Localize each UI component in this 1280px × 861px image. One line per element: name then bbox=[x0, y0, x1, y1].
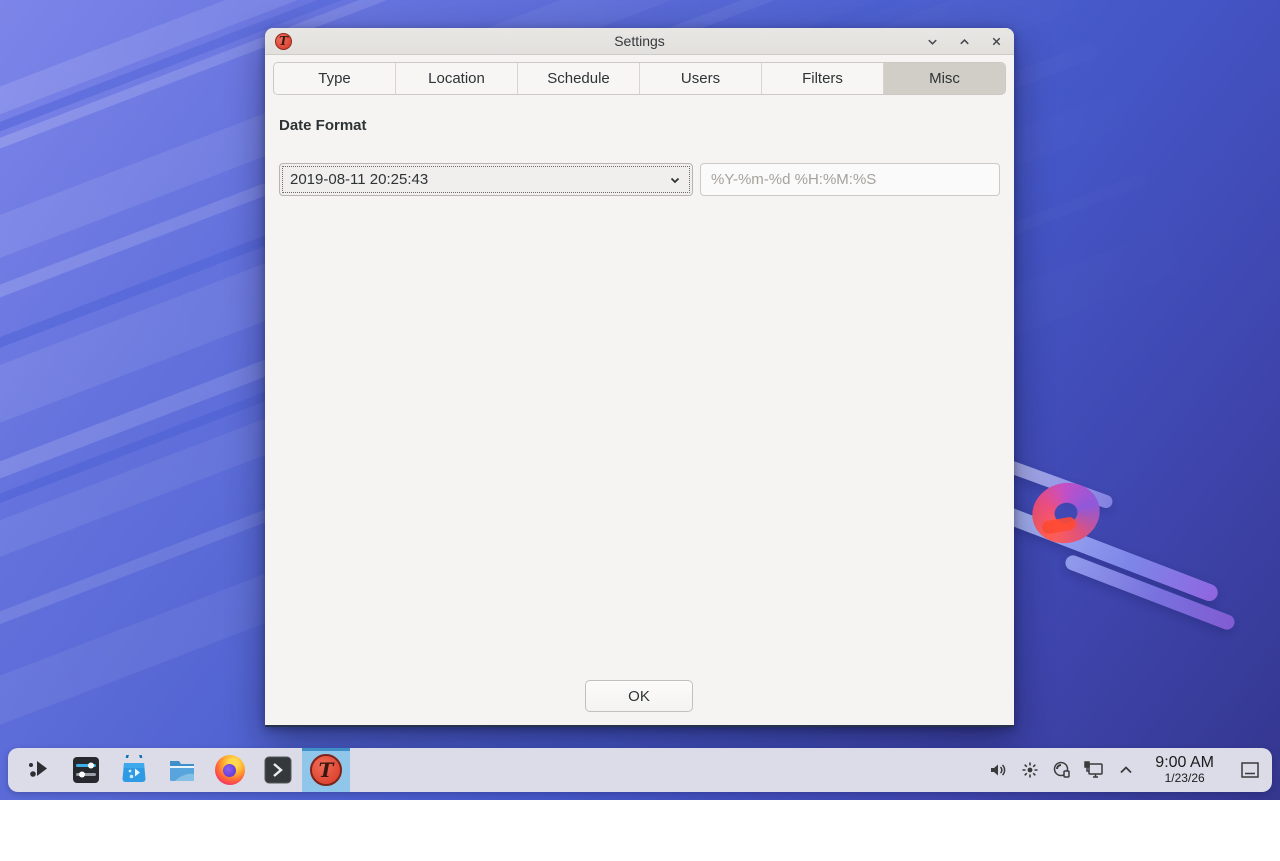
date-format-label: Date Format bbox=[279, 117, 1000, 134]
tab-location[interactable]: Location bbox=[396, 63, 518, 94]
digital-clock[interactable]: 9:00 AM 1/23/26 bbox=[1147, 755, 1222, 784]
app-launcher-button[interactable] bbox=[14, 748, 62, 792]
brightness-icon[interactable] bbox=[1019, 759, 1041, 781]
timeshift-icon: T bbox=[310, 754, 342, 786]
task-konsole[interactable] bbox=[254, 748, 302, 792]
discover-icon bbox=[119, 755, 149, 785]
tab-filters[interactable]: Filters bbox=[762, 63, 884, 94]
window-title: Settings bbox=[265, 33, 1014, 49]
chevron-down-icon bbox=[668, 173, 682, 187]
disc-devices-icon[interactable] bbox=[1051, 759, 1073, 781]
dolphin-icon bbox=[167, 755, 197, 785]
show-desktop-icon bbox=[1240, 761, 1260, 779]
task-dolphin[interactable] bbox=[158, 748, 206, 792]
close-icon[interactable] bbox=[988, 33, 1004, 49]
task-firefox[interactable] bbox=[206, 748, 254, 792]
clock-time: 9:00 AM bbox=[1155, 755, 1214, 772]
ok-button[interactable]: OK bbox=[585, 680, 693, 712]
minimize-icon[interactable] bbox=[924, 33, 940, 49]
show-desktop-button[interactable] bbox=[1238, 758, 1262, 782]
system-settings-icon bbox=[71, 755, 101, 785]
titlebar[interactable]: T Settings bbox=[265, 28, 1014, 55]
date-format-dropdown[interactable]: 2019-08-11 20:25:43 bbox=[279, 163, 693, 196]
misc-tab-content: Date Format 2019-08-11 20:25:43 bbox=[265, 117, 1014, 196]
display-connect-icon[interactable] bbox=[1083, 759, 1105, 781]
tab-misc[interactable]: Misc bbox=[884, 63, 1005, 94]
system-tray: 9:00 AM 1/23/26 bbox=[987, 755, 1266, 784]
task-system-settings[interactable] bbox=[62, 748, 110, 792]
task-discover[interactable] bbox=[110, 748, 158, 792]
clock-date: 1/23/26 bbox=[1155, 772, 1214, 785]
task-timeshift-active[interactable]: T bbox=[302, 748, 350, 792]
firefox-icon bbox=[215, 755, 245, 785]
tab-schedule[interactable]: Schedule bbox=[518, 63, 640, 94]
volume-icon[interactable] bbox=[987, 759, 1009, 781]
konsole-icon bbox=[263, 755, 293, 785]
tab-type[interactable]: Type bbox=[274, 63, 396, 94]
taskbar-panel: T bbox=[8, 748, 1272, 792]
settings-window: T Settings Type Location Schedule Users … bbox=[265, 28, 1014, 727]
wallpaper-tube bbox=[995, 503, 1220, 603]
custom-format-input[interactable] bbox=[700, 163, 1000, 196]
tab-bar: Type Location Schedule Users Filters Mis… bbox=[273, 62, 1006, 95]
dropdown-selected-value: 2019-08-11 20:25:43 bbox=[290, 171, 428, 188]
expand-tray-icon[interactable] bbox=[1115, 759, 1137, 781]
tab-users[interactable]: Users bbox=[640, 63, 762, 94]
maximize-icon[interactable] bbox=[956, 33, 972, 49]
app-launcher-icon bbox=[23, 755, 53, 785]
